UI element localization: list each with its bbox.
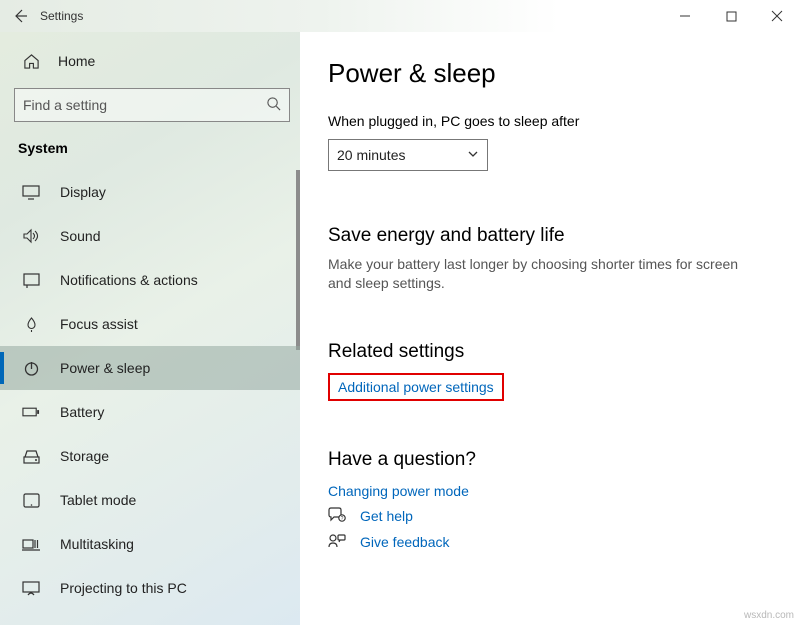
get-help-label: Get help bbox=[360, 508, 413, 524]
sleep-dropdown[interactable]: 20 minutes bbox=[328, 139, 488, 171]
power-icon bbox=[22, 359, 40, 377]
titlebar: Settings bbox=[0, 0, 800, 32]
nav-label: Storage bbox=[60, 448, 109, 464]
main-content: Power & sleep When plugged in, PC goes t… bbox=[300, 32, 800, 625]
nav-label: Power & sleep bbox=[60, 360, 150, 376]
home-nav[interactable]: Home bbox=[14, 42, 290, 80]
nav-label: Notifications & actions bbox=[60, 272, 198, 288]
nav-label: Projecting to this PC bbox=[60, 580, 187, 596]
close-button[interactable] bbox=[754, 0, 800, 32]
sleep-field-label: When plugged in, PC goes to sleep after bbox=[328, 113, 770, 129]
storage-icon bbox=[22, 447, 40, 465]
maximize-button[interactable] bbox=[708, 0, 754, 32]
related-heading: Related settings bbox=[328, 341, 770, 363]
nav-label: Battery bbox=[60, 404, 104, 420]
search-box[interactable] bbox=[14, 88, 290, 122]
nav-display[interactable]: Display bbox=[0, 170, 300, 214]
nav-focus-assist[interactable]: Focus assist bbox=[0, 302, 300, 346]
display-icon bbox=[22, 183, 40, 201]
window-controls bbox=[662, 0, 800, 32]
nav-multitasking[interactable]: Multitasking bbox=[0, 522, 300, 566]
category-label: System bbox=[0, 134, 300, 170]
search-icon bbox=[266, 96, 281, 114]
page-title: Power & sleep bbox=[328, 58, 770, 89]
minimize-button[interactable] bbox=[662, 0, 708, 32]
question-heading: Have a question? bbox=[328, 449, 770, 471]
energy-heading: Save energy and battery life bbox=[328, 225, 770, 247]
projecting-icon bbox=[22, 579, 40, 597]
settings-window: Settings Home bbox=[0, 0, 800, 625]
nav-label: Multitasking bbox=[60, 536, 134, 552]
chevron-down-icon bbox=[467, 147, 479, 163]
battery-icon bbox=[22, 403, 40, 421]
sidebar: Home System Display Sound bbox=[0, 32, 300, 625]
nav-sound[interactable]: Sound bbox=[0, 214, 300, 258]
multitasking-icon bbox=[22, 535, 40, 553]
give-feedback-row[interactable]: Give feedback bbox=[328, 533, 770, 551]
home-icon bbox=[22, 52, 40, 70]
changing-power-mode-link[interactable]: Changing power mode bbox=[328, 483, 469, 499]
window-title: Settings bbox=[40, 9, 83, 23]
tablet-icon bbox=[22, 491, 40, 509]
nav-label: Sound bbox=[60, 228, 100, 244]
watermark: wsxdn.com bbox=[744, 610, 794, 621]
svg-text:?: ? bbox=[341, 516, 344, 522]
nav-storage[interactable]: Storage bbox=[0, 434, 300, 478]
dropdown-value: 20 minutes bbox=[337, 147, 405, 163]
focus-icon bbox=[22, 315, 40, 333]
nav-notifications[interactable]: Notifications & actions bbox=[0, 258, 300, 302]
nav-tablet-mode[interactable]: Tablet mode bbox=[0, 478, 300, 522]
nav-label: Tablet mode bbox=[60, 492, 136, 508]
nav-label: Display bbox=[60, 184, 106, 200]
back-button[interactable] bbox=[0, 0, 40, 32]
nav-label: Focus assist bbox=[60, 316, 138, 332]
get-help-row[interactable]: ? Get help bbox=[328, 507, 770, 525]
nav-power-sleep[interactable]: Power & sleep bbox=[0, 346, 300, 390]
search-input[interactable] bbox=[23, 97, 266, 113]
nav-battery[interactable]: Battery bbox=[0, 390, 300, 434]
give-feedback-label: Give feedback bbox=[360, 534, 450, 550]
nav-list: Display Sound Notifications & actions Fo… bbox=[0, 170, 300, 610]
highlight-box: Additional power settings bbox=[328, 373, 504, 401]
nav-projecting[interactable]: Projecting to this PC bbox=[0, 566, 300, 610]
body: Home System Display Sound bbox=[0, 32, 800, 625]
feedback-icon bbox=[328, 533, 346, 551]
get-help-icon: ? bbox=[328, 507, 346, 525]
home-label: Home bbox=[58, 53, 95, 69]
additional-power-link[interactable]: Additional power settings bbox=[338, 379, 494, 395]
sound-icon bbox=[22, 227, 40, 245]
notifications-icon bbox=[22, 271, 40, 289]
energy-body: Make your battery last longer by choosin… bbox=[328, 255, 758, 293]
